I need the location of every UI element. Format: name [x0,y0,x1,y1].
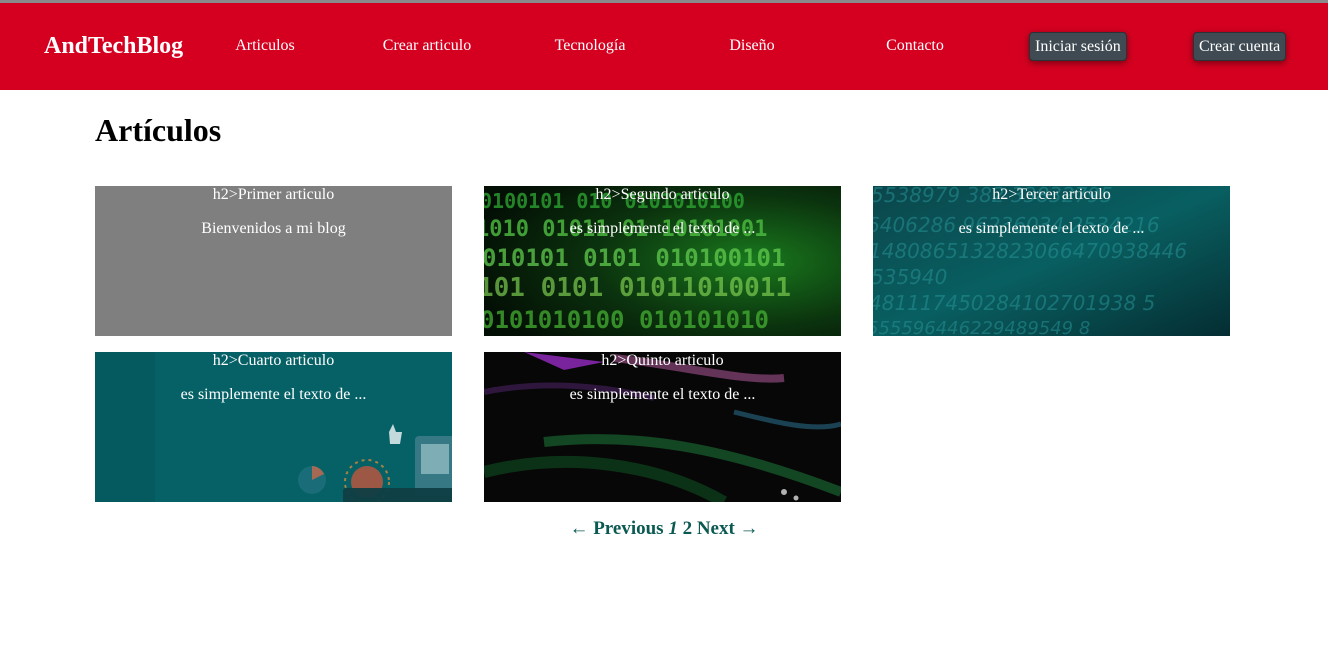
article-title: h2>Primer articulo [212,186,335,203]
nav-link-tecnologia[interactable]: Tecnología [510,36,670,56]
page-title: Artículos [95,112,222,148]
article-title: h2>Cuarto articulo [212,352,335,369]
nav-link-crear-articulo[interactable]: Crear articulo [347,36,507,56]
article-excerpt: es simplemente el texto de ... [958,220,1145,237]
card-background-image: 5538979 382 33832795 6406286 96236034 25… [873,186,1230,336]
card-background-image [95,352,452,502]
nav-link-diseno[interactable]: Diseño [672,36,832,56]
pagination-next[interactable]: Next → [697,518,759,539]
article-excerpt: es simplemente el texto de ... [569,220,756,237]
pagination-page-1[interactable]: 1 [668,518,678,539]
card-background-image [484,352,841,502]
pagination-page-2[interactable]: 2 [683,518,693,539]
article-card-2[interactable]: 0100101 010 0101010100 1010 01011 01 101… [484,186,841,336]
article-excerpt: es simplemente el texto de ... [569,386,756,403]
card-background [95,186,452,336]
card-background-image: 0100101 010 0101010100 1010 01011 01 101… [484,186,841,336]
signup-button[interactable]: Crear cuenta [1193,32,1287,61]
article-card-4[interactable]: h2>Cuarto articulo es simplemente el tex… [95,352,452,502]
pagination: ← Previous 1 2 Next → [0,517,1328,541]
article-excerpt: es simplemente el texto de ... [180,386,367,403]
login-button[interactable]: Iniciar sesión [1029,32,1127,61]
article-card-5[interactable]: h2>Quinto articulo es simplemente el tex… [484,352,841,502]
nav-link-articulos[interactable]: Articulos [185,36,345,56]
navbar: AndTechBlog Articulos Crear articulo Tec… [0,3,1328,90]
nav-link-contacto[interactable]: Contacto [835,36,995,56]
article-title: h2>Segundo articulo [595,186,730,203]
article-card-1[interactable]: h2>Primer articulo Bienvenidos a mi blog [95,186,452,336]
article-title: h2>Tercer articulo [992,186,1111,203]
article-card-3[interactable]: 5538979 382 33832795 6406286 96236034 25… [873,186,1230,336]
pagination-previous[interactable]: ← Previous [569,518,663,539]
article-title: h2>Quinto articulo [601,352,724,369]
article-excerpt: Bienvenidos a mi blog [201,220,346,237]
brand-logo[interactable]: AndTechBlog [44,31,183,61]
